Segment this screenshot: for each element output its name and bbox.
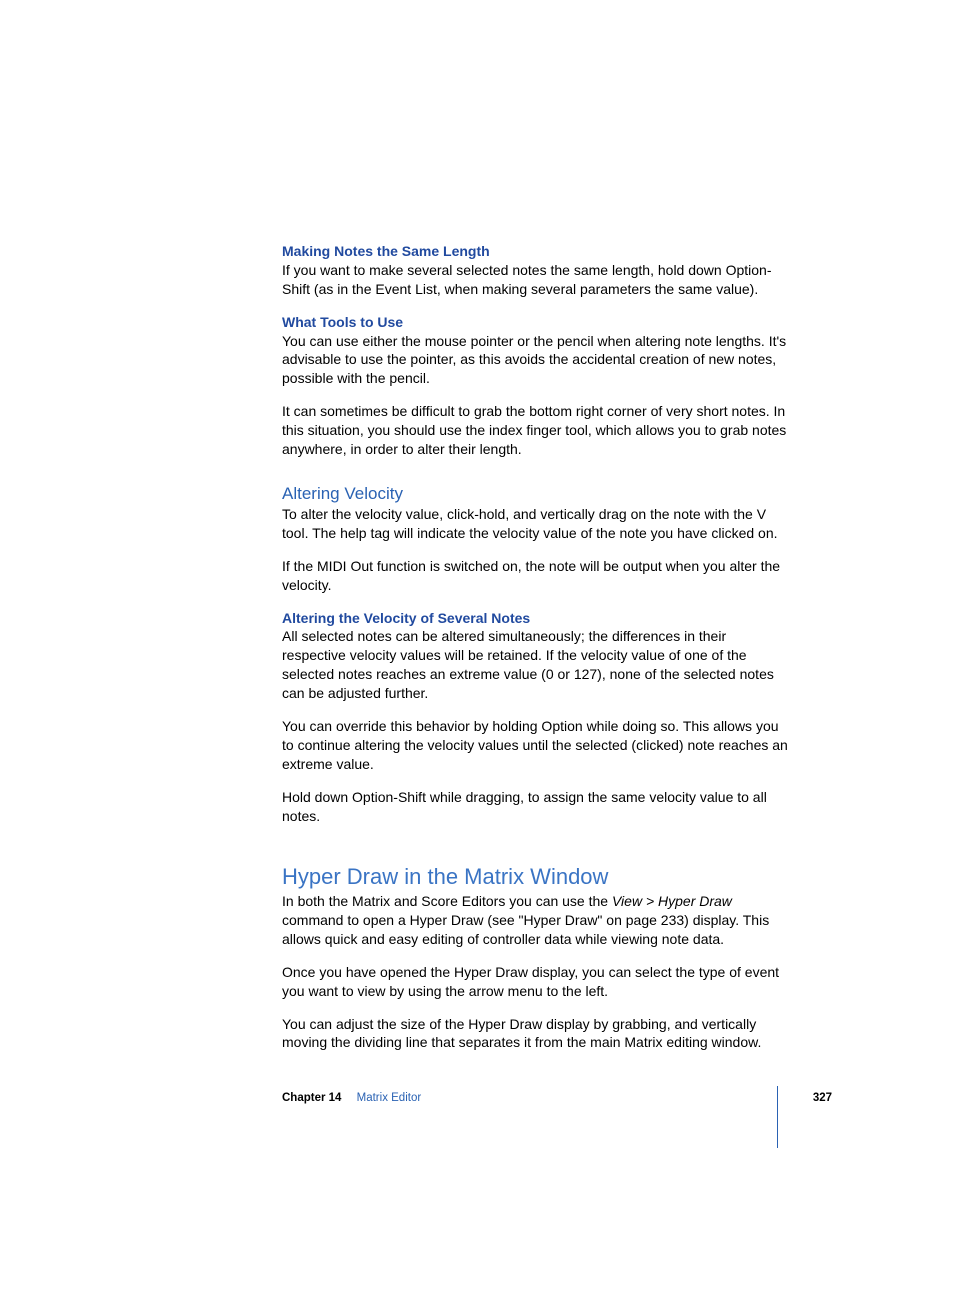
para: All selected notes can be altered simult… [282,627,792,703]
subhead-altering-several: Altering the Velocity of Several Notes [282,609,792,628]
subhead-what-tools: What Tools to Use [282,313,792,332]
footer: Chapter 14 Matrix Editor 327 [282,1092,832,1112]
footer-chapter: Chapter 14 [282,1092,341,1104]
para: If the MIDI Out function is switched on,… [282,557,792,595]
para: To alter the velocity value, click-hold,… [282,505,792,543]
para: You can use either the mouse pointer or … [282,332,792,389]
para: Hold down Option-Shift while dragging, t… [282,788,792,826]
para: If you want to make several selected not… [282,261,792,299]
footer-page-number: 327 [813,1092,832,1104]
footer-divider [777,1086,778,1148]
para: You can adjust the size of the Hyper Dra… [282,1015,792,1053]
subhead-making-notes: Making Notes the Same Length [282,242,792,261]
menu-path-italic: View > Hyper Draw [612,893,732,909]
para: In both the Matrix and Score Editors you… [282,892,792,949]
footer-title: Matrix Editor [357,1092,422,1104]
para: It can sometimes be difficult to grab th… [282,402,792,459]
para: You can override this behavior by holdin… [282,717,792,774]
text-run: command to open a Hyper Draw (see "Hyper… [282,912,769,947]
heading-hyper-draw: Hyper Draw in the Matrix Window [282,863,792,892]
page-body: Making Notes the Same Length If you want… [282,242,792,1052]
section-altering-velocity: Altering Velocity [282,483,792,505]
para: Once you have opened the Hyper Draw disp… [282,963,792,1001]
text-run: In both the Matrix and Score Editors you… [282,893,612,909]
